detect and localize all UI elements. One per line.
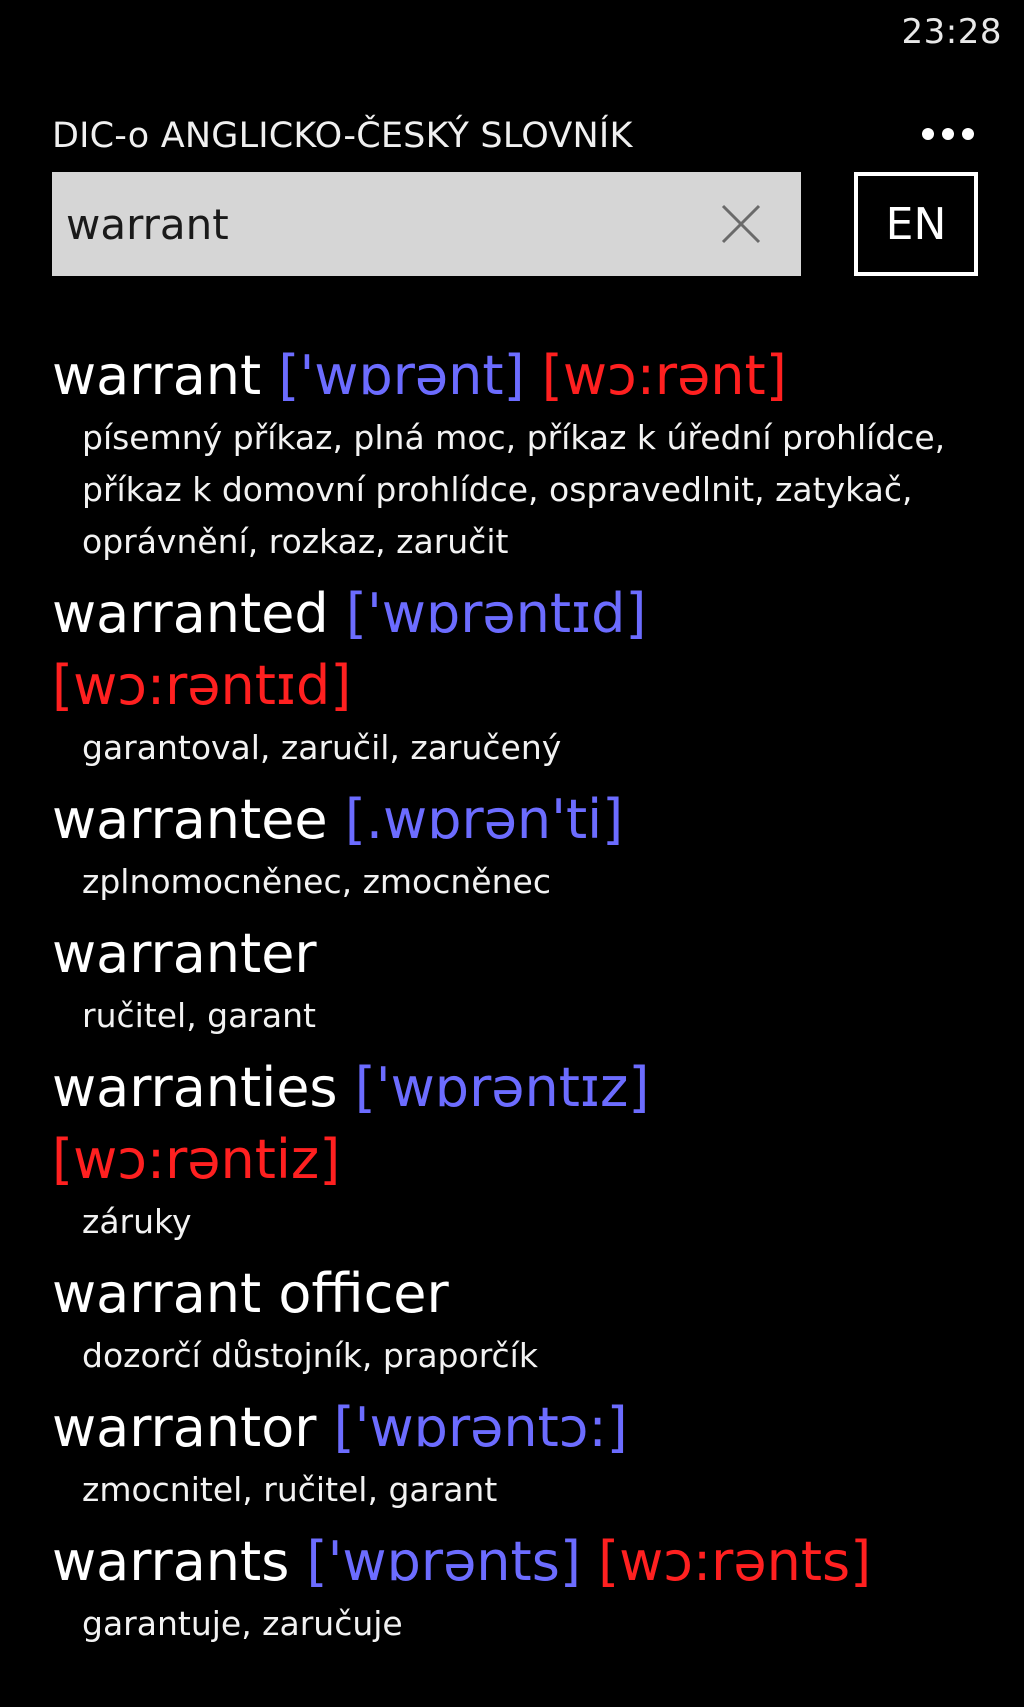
pronunciation-us: [wɔ:rəntiz] (52, 1128, 341, 1191)
list-item[interactable]: warrant ['wɒrənt] [wɔ:rənt] písemný přík… (52, 340, 1012, 568)
entry-translation: zmocnitel, ručitel, garant (82, 1470, 498, 1509)
list-item[interactable]: warrantor ['wɒrəntɔ:] zmocnitel, ručitel… (52, 1392, 1012, 1516)
entry-headline: warrantor ['wɒrəntɔ:] (52, 1392, 1012, 1464)
list-item[interactable]: warrant officer dozorčí důstojník, prapo… (52, 1258, 1012, 1382)
entry-translation: zplnomocněnec, zmocněnec (82, 862, 551, 901)
pronunciation-uk: ['wɒrənt] (278, 344, 525, 407)
status-time: 23:28 (901, 12, 1002, 52)
entry-word: warranties (52, 1056, 338, 1119)
pronunciation-uk: ['wɒrəntɪz] (354, 1056, 650, 1119)
entry-headline: warrantee [.wɒrən'ti] (52, 784, 1012, 856)
entry-word: warrants (52, 1530, 290, 1593)
pronunciation-us: [wɔ:rəntɪd] (52, 654, 352, 717)
entry-headline: warranted ['wɒrəntɪd] [wɔ:rəntɪd] (52, 578, 1012, 722)
pronunciation-us: [wɔ:rənt] (541, 344, 787, 407)
more-dot (942, 128, 954, 140)
pronunciation-us: [wɔ:rənts] (598, 1530, 872, 1593)
entry-headline: warranter (52, 918, 1012, 990)
search-input[interactable] (66, 172, 706, 276)
entry-word: warranter (52, 922, 317, 985)
entry-headline: warrant ['wɒrənt] [wɔ:rənt] (52, 340, 1012, 412)
entry-word: warrant (52, 344, 262, 407)
entry-headline: warranties ['wɒrəntɪz] [wɔ:rəntiz] (52, 1052, 1012, 1196)
entry-translation: dozorčí důstojník, praporčík (82, 1336, 538, 1375)
entry-translation: ručitel, garant (82, 996, 316, 1035)
pronunciation-uk: ['wɒrənts] (306, 1530, 581, 1593)
more-dot (962, 128, 974, 140)
list-item[interactable]: warranties ['wɒrəntɪz] [wɔ:rəntiz] záruk… (52, 1052, 1012, 1248)
results-list: warrant ['wɒrənt] [wɔ:rənt] písemný přík… (52, 340, 1012, 1660)
pronunciation-uk: [.wɒrən'ti] (344, 788, 624, 851)
language-toggle-button[interactable]: EN (854, 172, 978, 276)
search-box[interactable] (52, 172, 801, 276)
list-item[interactable]: warrants ['wɒrənts] [wɔ:rənts] garantuje… (52, 1526, 1012, 1650)
entry-word: warrant officer (52, 1262, 449, 1325)
entry-word: warrantee (52, 788, 328, 851)
clear-icon[interactable] (719, 202, 763, 246)
entry-translation: písemný příkaz, plná moc, příkaz k úředn… (82, 418, 946, 561)
more-options-icon[interactable] (922, 128, 974, 140)
entry-translation: garantuje, zaručuje (82, 1604, 403, 1643)
entry-headline: warrants ['wɒrənts] [wɔ:rənts] (52, 1526, 1012, 1598)
pronunciation-uk: ['wɒrəntɔ:] (333, 1396, 628, 1459)
pronunciation-uk: ['wɒrəntɪd] (345, 582, 647, 645)
list-item[interactable]: warranted ['wɒrəntɪd] [wɔ:rəntɪd] garant… (52, 578, 1012, 774)
entry-translation: garantoval, zaručil, zaručený (82, 728, 562, 767)
list-item[interactable]: warranter ručitel, garant (52, 918, 1012, 1042)
entry-translation: záruky (82, 1202, 192, 1241)
more-dot (922, 128, 934, 140)
entry-headline: warrant officer (52, 1258, 1012, 1330)
list-item[interactable]: warrantee [.wɒrən'ti] zplnomocněnec, zmo… (52, 784, 1012, 908)
entry-word: warrantor (52, 1396, 317, 1459)
entry-word: warranted (52, 582, 329, 645)
app-title: DIC-o ANGLICKO-ČESKÝ SLOVNÍK (52, 116, 633, 156)
